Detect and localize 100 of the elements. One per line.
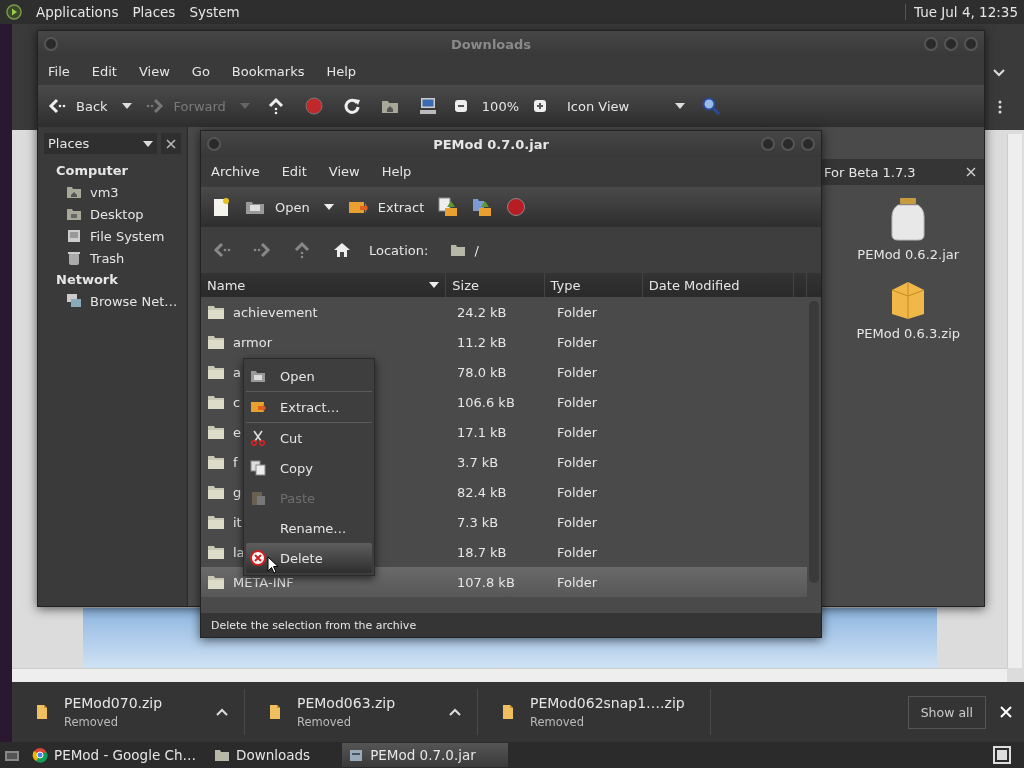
scrollbar[interactable] — [1007, 134, 1022, 668]
panel-menu[interactable]: Applications — [36, 4, 119, 20]
file-size: 106.6 kB — [456, 394, 516, 410]
up-icon[interactable] — [266, 97, 285, 115]
menu-item[interactable]: Edit — [281, 163, 307, 179]
caret-icon[interactable] — [121, 103, 132, 109]
folder-icon — [207, 543, 225, 561]
menu-item[interactable]: File — [48, 63, 70, 79]
show-all-button[interactable]: Show all — [907, 695, 986, 729]
file-size: 17.1 kB — [456, 424, 508, 440]
file-name[interactable]: PEMod 0.6.2.jar — [857, 247, 960, 262]
column-header[interactable]: Name — [201, 273, 447, 297]
download-name[interactable]: PEMod062snap1….zip — [530, 695, 685, 711]
menu-item[interactable]: Cut — [246, 423, 372, 453]
sidebar-item[interactable]: vm3 — [44, 181, 181, 203]
section-heading: Computer — [55, 162, 130, 180]
clock[interactable]: Tue Jul 4, 12:35 — [905, 4, 1018, 20]
column-header[interactable]: Size — [446, 273, 545, 297]
file-name: it — [233, 514, 242, 530]
stop-icon[interactable] — [506, 197, 527, 217]
desktop-folder-icon — [66, 206, 82, 222]
menu-item[interactable]: Edit — [91, 63, 117, 79]
menu-item[interactable]: View — [328, 163, 360, 179]
extract-icon — [250, 399, 266, 415]
menu-item[interactable]: Help — [381, 163, 412, 179]
file-type: Folder — [556, 484, 599, 500]
menu-item[interactable]: Extract… — [246, 392, 372, 422]
close-button[interactable] — [161, 133, 181, 154]
more-icon[interactable] — [998, 100, 1002, 114]
file-type: Folder — [556, 424, 599, 440]
stop-icon[interactable] — [304, 97, 323, 115]
search-icon[interactable] — [702, 97, 721, 115]
column-header[interactable]: Date Modified — [642, 273, 794, 297]
file-type: Folder — [556, 454, 599, 470]
back-icon[interactable] — [213, 241, 231, 259]
places-dropdown[interactable]: Places — [44, 133, 157, 154]
file-type: Folder — [556, 364, 599, 380]
add-files-icon[interactable] — [438, 197, 459, 217]
folder-icon — [207, 573, 225, 591]
file-type: Folder — [556, 574, 599, 590]
file-name: la — [233, 544, 245, 560]
selected-row[interactable]: META-INF 107.8 kB Folder — [201, 567, 807, 597]
view-dropdown[interactable]: Icon View — [567, 98, 686, 114]
file-name[interactable]: PEMod 0.6.3.zip — [856, 326, 960, 341]
download-status: Removed — [297, 715, 352, 729]
folder-icon — [207, 453, 225, 471]
taskbar-button[interactable]: PEMod 0.7.0.jar — [342, 743, 509, 767]
sidebar-item[interactable]: Trash — [44, 247, 181, 269]
taskbar-button[interactable]: PEMod - Google Ch… — [26, 743, 202, 767]
close-icon[interactable] — [966, 167, 976, 177]
file-type: Folder — [556, 304, 599, 320]
zoom-out-icon[interactable] — [453, 99, 468, 113]
computer-icon[interactable] — [418, 97, 437, 115]
download-name[interactable]: PEMod070.zip — [64, 695, 202, 711]
menu-item[interactable]: Open — [246, 361, 372, 391]
caret-icon[interactable] — [323, 204, 334, 210]
panel-menu[interactable]: Places — [132, 4, 176, 20]
open-button[interactable]: Open — [245, 197, 310, 217]
home-folder-icon — [66, 184, 82, 200]
back-arrow-icon — [48, 97, 66, 115]
menu-item[interactable]: Go — [191, 63, 210, 79]
sidebar-item[interactable]: File System — [44, 225, 181, 247]
file-size: 18.7 kB — [456, 544, 508, 560]
back-button[interactable]: Back — [48, 97, 108, 115]
folder-icon — [207, 513, 225, 531]
zoom-in-icon[interactable] — [533, 99, 547, 113]
menu-item[interactable]: Rename… — [246, 513, 372, 543]
file-name: e — [233, 424, 241, 440]
home-icon[interactable] — [333, 241, 351, 259]
download-name[interactable]: PEMod063.zip — [297, 695, 435, 711]
sidebar-item[interactable]: Desktop — [44, 203, 181, 225]
file-icon — [500, 704, 516, 720]
add-folder-icon[interactable] — [472, 197, 493, 217]
file-name: g — [233, 484, 242, 500]
new-document-icon[interactable] — [211, 197, 231, 217]
reload-icon[interactable] — [342, 97, 361, 115]
close-icon — [166, 138, 176, 149]
menu-item[interactable]: Delete — [246, 543, 372, 573]
menu-item[interactable]: View — [138, 63, 170, 79]
menu-item[interactable]: Copy — [246, 453, 372, 483]
panel-menu[interactable]: System — [189, 4, 240, 20]
sidebar-item[interactable]: Browse Net… — [44, 290, 181, 312]
chevron-up-icon[interactable] — [216, 708, 228, 716]
taskbar-button[interactable]: Downloads — [208, 743, 317, 767]
trash-icon — [66, 250, 82, 266]
sort-arrow-icon — [429, 282, 440, 288]
forward-icon[interactable] — [253, 241, 271, 259]
menu-item[interactable]: Help — [326, 63, 357, 79]
menu-item[interactable]: Bookmarks — [231, 63, 305, 79]
file-name: META-INF — [233, 574, 294, 590]
column-header[interactable]: Type — [544, 273, 643, 297]
logo-icon[interactable] — [6, 4, 22, 20]
extract-button[interactable]: Extract — [347, 197, 425, 217]
chevron-down-icon[interactable] — [993, 69, 1005, 77]
file-size: 78.0 kB — [456, 364, 508, 380]
menu-item[interactable]: Archive — [211, 163, 260, 179]
file-size: 3.7 kB — [456, 454, 500, 470]
chevron-up-icon[interactable] — [449, 708, 461, 716]
folder-icon — [207, 363, 225, 381]
workspace-icon[interactable] — [992, 745, 1012, 765]
